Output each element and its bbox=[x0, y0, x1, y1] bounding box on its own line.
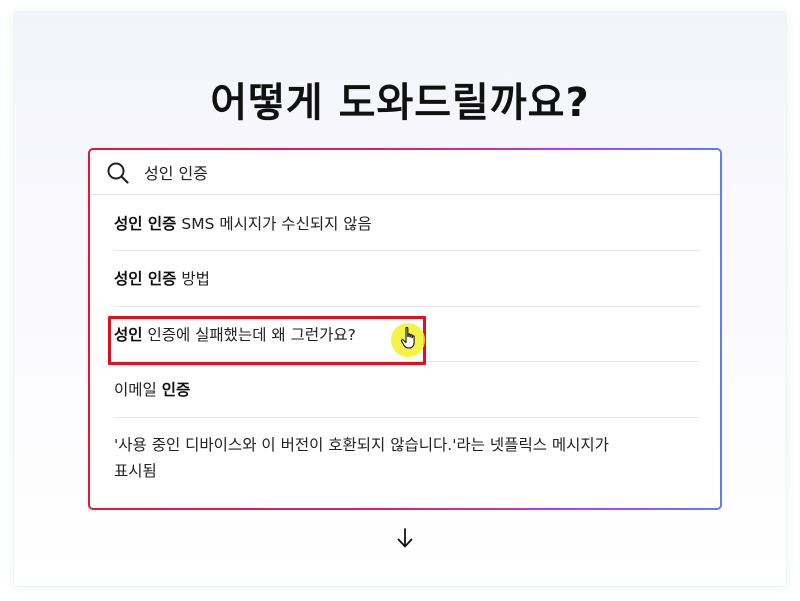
suggestion-item-how-to[interactable]: 성인 인증 방법 bbox=[114, 251, 700, 307]
arrow-down-icon[interactable] bbox=[395, 527, 415, 549]
search-bar[interactable] bbox=[90, 150, 720, 195]
suggestion-match-text: 성인 인증 bbox=[114, 270, 177, 288]
suggestion-match-text: 성인 bbox=[114, 326, 143, 344]
suggestion-text: 인증에 실패했는데 왜 그런가요? bbox=[142, 326, 356, 344]
suggestion-text: 방법 bbox=[176, 270, 210, 288]
search-icon bbox=[107, 162, 129, 184]
search-input[interactable] bbox=[144, 159, 684, 185]
suggestion-text-line1: '사용 중인 디바이스와 이 버전이 호환되지 않습니다.'라는 넷플릭스 메시… bbox=[114, 436, 609, 454]
suggestion-text: SMS 메시지가 수신되지 않음 bbox=[176, 215, 372, 233]
suggestion-item-email-verification[interactable]: 이메일 인증 bbox=[114, 362, 700, 418]
suggestion-item-sms-not-received[interactable]: 성인 인증 SMS 메시지가 수신되지 않음 bbox=[114, 196, 700, 251]
suggestion-match-text: 성인 인증 bbox=[114, 215, 177, 233]
hand-pointer-icon bbox=[400, 326, 415, 349]
suggestion-text: 이메일 bbox=[114, 381, 162, 399]
page-title: 어떻게 도와드릴까요? bbox=[210, 80, 590, 126]
suggestion-item-incompatible-device[interactable]: '사용 중인 디바이스와 이 버전이 호환되지 않습니다.'라는 넷플릭스 메시… bbox=[114, 418, 700, 508]
suggestion-text-line2: 표시됨 bbox=[114, 462, 157, 480]
suggestion-match-text: 인증 bbox=[161, 381, 191, 399]
